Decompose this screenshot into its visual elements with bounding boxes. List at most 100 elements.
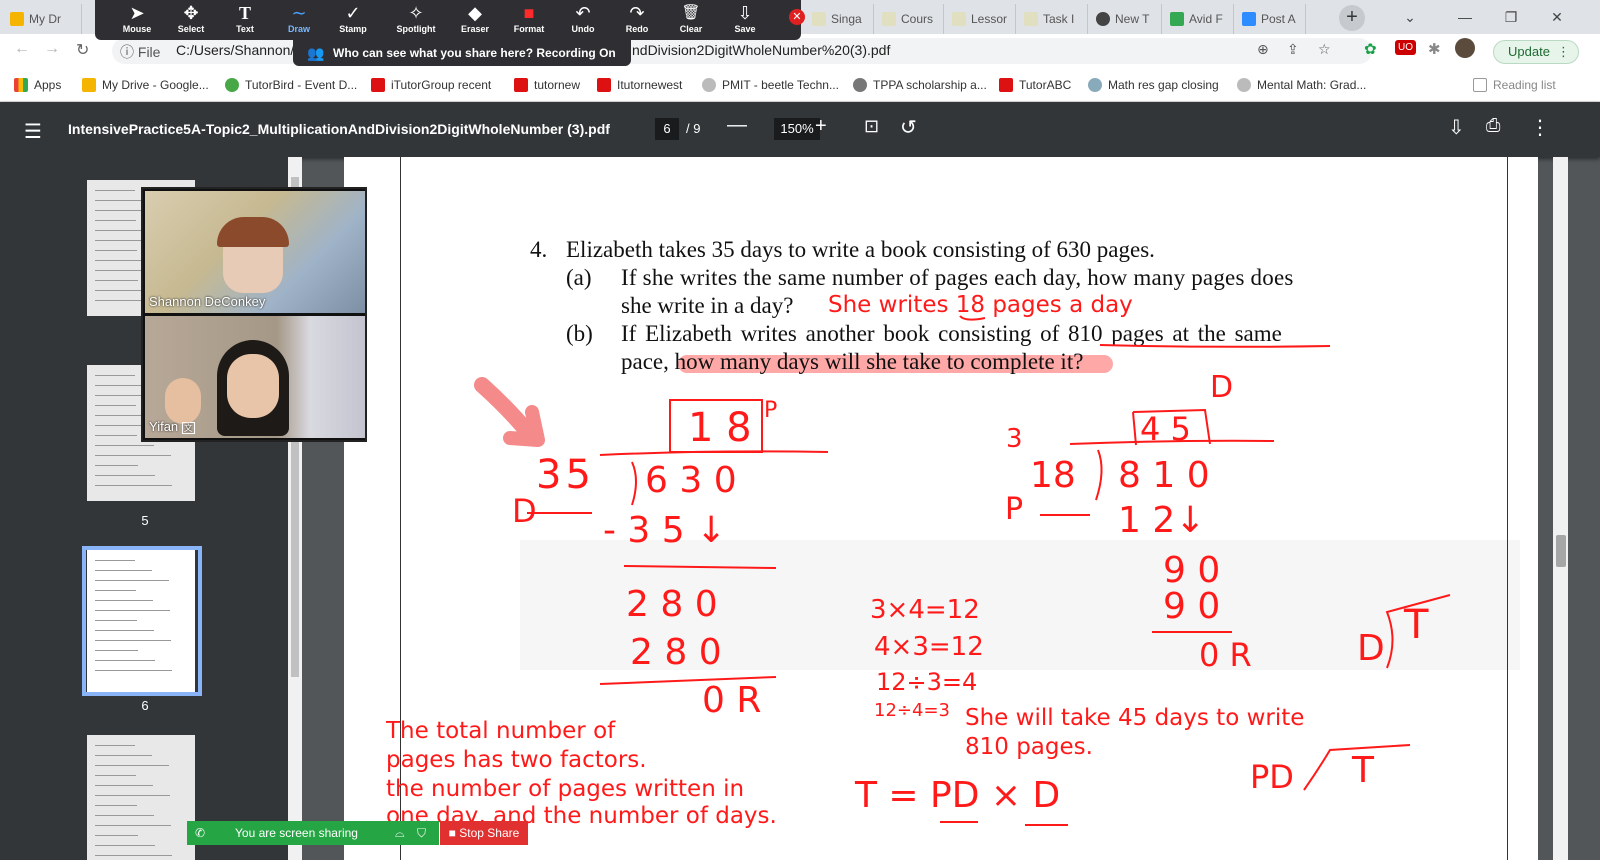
browser-tab[interactable]: Post A [1236,4,1306,34]
thumbnail-text-line [95,465,138,466]
globe-icon [1237,78,1251,92]
clear-tool[interactable]: 🗑 Clear [663,0,719,40]
itutor-icon [999,78,1013,92]
close-window-icon[interactable]: ✕ [1534,4,1580,30]
participant-name: Yifan [149,419,179,434]
browser-tab[interactable]: Lessor [946,4,1016,34]
download-icon[interactable]: ⇩ [1448,115,1465,140]
selected-thumbnail-frame [82,546,202,696]
reading-list-icon [1473,78,1487,92]
bookmark-star-icon[interactable]: ☆ [1318,41,1331,58]
extension-icon[interactable]: ✿ [1364,40,1377,58]
draw-tool[interactable]: ∼ Draw [271,0,327,40]
rotate-icon[interactable]: ↺ [900,115,917,140]
screen-sharing-bar[interactable]: ✆ You are screen sharing ⌓ ⛉ [187,821,439,845]
bookmark-item[interactable]: My Drive - Google... [82,78,209,92]
zoom-level-input[interactable]: 150% [774,118,820,140]
bookmark-item[interactable]: iTutorGroup recent [371,78,491,92]
file-info-icon[interactable]: ⓘ File [120,42,160,62]
video-tile-host[interactable]: Shannon DeConkey [145,191,365,313]
close-annotation-icon[interactable]: ✕ [789,9,805,25]
pd-divides-t-label: PD [1250,758,1294,796]
browser-tab[interactable]: My Dr [4,4,82,34]
browser-tab[interactable]: Avid F [1164,4,1234,34]
extensions-puzzle-icon[interactable]: ✱ [1428,40,1441,58]
share-notice-text: Who can see what you share here? Recordi… [333,46,616,60]
thumbnail-text-line [95,455,171,456]
zoom-in-icon[interactable]: + [815,115,827,138]
reload-icon[interactable]: ↻ [76,40,89,60]
people-icon: 👥 [307,45,325,61]
div1-divisor-unit: D [512,492,537,530]
div1-remainder: 0 R [702,680,762,721]
forward-icon[interactable]: → [44,40,60,58]
bookmark-item[interactable]: PMIT - beetle Techn... [702,78,839,92]
document-scroll-thumb[interactable] [1556,535,1566,567]
tool-label: Stamp [339,24,367,34]
share-icon[interactable]: ⇪ [1287,41,1299,58]
bookmark-item[interactable]: Itutornewest [597,78,682,92]
document-scrollbar[interactable] [1553,157,1568,860]
zoom-out-icon[interactable]: — [727,114,747,137]
video-tile-student[interactable]: Yifan 文 [145,316,365,438]
tool-label: Undo [571,24,595,34]
div2-step: 9 0 [1163,550,1221,591]
spotlight-tool[interactable]: ✧ Spotlight [385,0,447,40]
bookmark-item[interactable]: tutornew [514,78,580,92]
text-tool[interactable]: T Text [217,0,273,40]
bookmark-item[interactable]: Mental Math: Grad... [1237,78,1366,92]
update-button[interactable]: Update ⋮ [1493,40,1579,64]
save-tool[interactable]: ⇩ Save [717,0,773,40]
new-tab-button[interactable]: + [1339,5,1365,31]
stamp-tool[interactable]: ✓ Stamp [325,0,381,40]
share-notice-bar[interactable]: 👥 Who can see what you share here? Record… [293,40,631,66]
page-thumbnail[interactable] [87,735,195,860]
crest-icon [853,78,867,92]
bookmark-item[interactable]: TutorBird - Event D... [225,78,357,92]
ublock-icon[interactable]: UO [1395,40,1416,55]
mouse-tool[interactable]: ➤ Mouse [109,0,165,40]
stop-share-button[interactable]: ■ Stop Share [440,821,528,845]
browser-tab[interactable]: Task I [1018,4,1088,34]
problem-number: 4. [530,237,548,262]
thumbnail-label: 6 [141,698,149,713]
thumbnail-text-line [95,745,135,746]
tab-search-icon[interactable]: ⌄ [1387,4,1433,30]
select-tool[interactable]: ✥ Select [163,0,219,40]
browser-tab[interactable]: Cours [876,4,944,34]
reading-list[interactable]: Reading list [1473,78,1556,92]
thumbnail-text-line [95,220,136,221]
menu-icon[interactable]: ☰ [24,119,42,144]
undo-tool[interactable]: ↶ Undo [555,0,611,40]
page-number-input[interactable]: 6 [655,118,679,140]
thumbnail-text-line [95,755,152,756]
zoom-lens-icon[interactable]: ⊕ [1257,41,1269,58]
fit-page-icon[interactable]: ⊡ [864,116,879,137]
div1-dividend: 6 3 0 [645,460,737,501]
fact-family: 12÷4=3 [874,700,950,721]
bookmark-apps[interactable]: Apps [14,78,61,92]
minimize-icon[interactable]: — [1442,4,1488,30]
browser-tab[interactable]: Singa [806,4,874,34]
globe-icon [1088,78,1102,92]
redo-tool[interactable]: ↷ Redo [609,0,665,40]
back-icon[interactable]: ← [14,40,30,58]
bookmark-item[interactable]: Math res gap closing [1088,78,1219,92]
screen-sharing-text: You are screen sharing [235,826,358,840]
format-icon: ■ [523,3,535,23]
tab-label: Task I [1043,12,1075,26]
more-options-icon[interactable]: ⋮ [1530,115,1550,140]
browser-tab[interactable]: New T [1090,4,1162,34]
profile-avatar[interactable] [1455,38,1475,58]
drive-icon [82,78,96,92]
restore-icon[interactable]: ❐ [1488,4,1534,30]
bookmark-item[interactable]: TPPA scholarship a... [853,78,987,92]
fact-family: 12÷3=4 [876,668,978,696]
print-icon[interactable]: ⎙ [1486,115,1500,136]
eraser-tool[interactable]: ◆ Eraser [447,0,503,40]
format-tool[interactable]: ■ Format [501,0,557,40]
thumbnail-text-line [95,765,169,766]
bookmark-item[interactable]: TutorABC [999,78,1071,92]
video-gallery[interactable]: Shannon DeConkey Yifan 文 [141,187,367,442]
thumbnail-text-line [95,805,137,806]
